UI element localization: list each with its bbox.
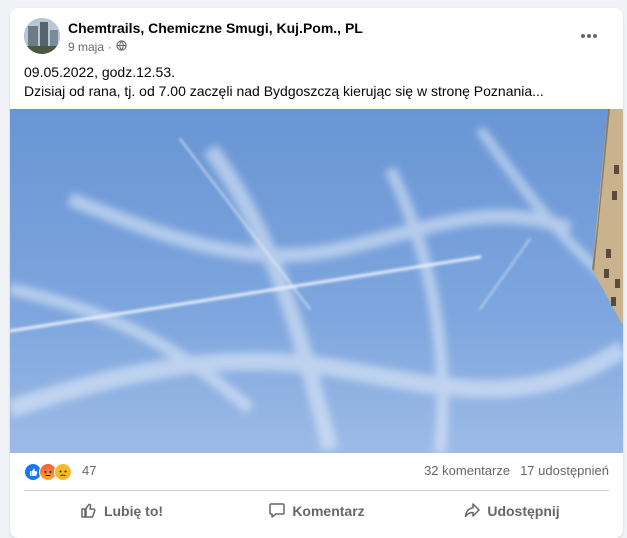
engagement-counts: 32 komentarze 17 udostępnień [424, 463, 609, 478]
share-button[interactable]: Udostępnij [414, 496, 609, 526]
separator-dot: · [108, 40, 113, 54]
post-card: Chemtrails, Chemiczne Smugi, Kuj.Pom., P… [10, 8, 623, 538]
post-stats: 47 32 komentarze 17 udostępnień [24, 460, 609, 482]
post-text-line2: Dzisiaj od rana, tj. od 7.00 zaczęli nad… [24, 83, 544, 99]
comment-bubble-icon [268, 501, 286, 522]
share-label: Udostępnij [487, 503, 560, 519]
post-date[interactable]: 9 maja [68, 40, 104, 54]
post-meta: 9 maja · [68, 40, 127, 54]
page-avatar[interactable] [24, 18, 60, 54]
thumbs-up-icon [80, 501, 98, 522]
author-name[interactable]: Chemtrails, Chemiczne Smugi, Kuj.Pom., P… [68, 20, 363, 36]
post-text-line1: 09.05.2022, godz.12.53. [24, 64, 176, 80]
share-count[interactable]: 17 udostępnień [520, 463, 609, 478]
like-label: Lubię to! [103, 503, 164, 519]
like-button[interactable]: Lubię to! [24, 496, 219, 526]
more-options-icon[interactable] [577, 24, 601, 48]
divider [24, 490, 609, 491]
post-photo[interactable] [10, 109, 623, 453]
reactions-summary[interactable] [24, 463, 72, 481]
reaction-count[interactable]: 47 [82, 463, 96, 478]
comment-label: Komentarz [292, 503, 365, 519]
comment-count[interactable]: 32 komentarze [424, 463, 510, 478]
post-header: Chemtrails, Chemiczne Smugi, Kuj.Pom., P… [24, 18, 609, 60]
post-text: 09.05.2022, godz.12.53. Dzisiaj od rana,… [24, 63, 604, 101]
sad-reaction-icon [54, 463, 72, 481]
globe-icon[interactable] [116, 40, 127, 54]
post-actions: Lubię to! Komentarz Udostępnij [24, 496, 609, 526]
comment-button[interactable]: Komentarz [219, 496, 414, 526]
share-arrow-icon [463, 501, 481, 522]
